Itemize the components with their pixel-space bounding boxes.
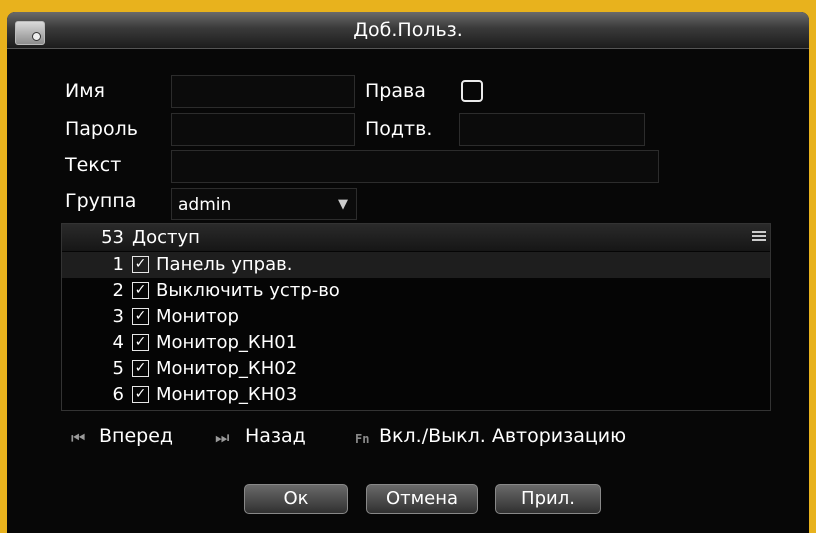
row-number: 5	[112, 358, 124, 379]
group-label: Группа	[65, 190, 137, 212]
row-number: 2	[112, 280, 124, 301]
ok-button[interactable]: Ок	[244, 484, 348, 514]
row-checkbox[interactable]: ✓	[132, 308, 149, 325]
password-input[interactable]	[171, 113, 355, 146]
list-header: 53 Доступ	[62, 224, 770, 251]
row-label: Выключить устр-во	[156, 280, 340, 301]
row-checkbox[interactable]: ✓	[132, 256, 149, 273]
title-bar: Доб.Польз.	[7, 12, 809, 49]
skip-forward-icon[interactable]: ⏭	[215, 428, 229, 448]
list-item[interactable]: 1 ✓ Панель управ.	[62, 252, 770, 278]
row-checkbox[interactable]: ✓	[132, 386, 149, 403]
text-label: Текст	[65, 154, 122, 176]
list-item[interactable]: 4 ✓ Монитор_КН01	[62, 330, 770, 356]
window-title: Доб.Польз.	[353, 19, 463, 41]
cancel-button[interactable]: Отмена	[366, 484, 478, 514]
confirm-label: Подтв.	[365, 118, 433, 140]
name-input[interactable]	[171, 75, 355, 108]
row-label: Монитор_КН02	[156, 358, 298, 379]
list-item[interactable]: 6 ✓ Монитор_КН03	[62, 382, 770, 408]
row-checkbox[interactable]: ✓	[132, 360, 149, 377]
rights-label: Права	[365, 80, 426, 102]
row-number: 3	[112, 306, 124, 327]
add-user-dialog: Доб.Польз. Имя Права Пароль Подтв. Текст…	[7, 12, 809, 533]
apply-button[interactable]: Прил.	[495, 484, 601, 514]
auth-toggle-label: Вкл./Выкл. Авторизацию	[379, 425, 627, 447]
group-select-value: admin	[178, 195, 232, 215]
row-label: Панель управ.	[156, 254, 293, 275]
forward-label: Вперед	[99, 425, 174, 447]
description-input[interactable]	[171, 150, 659, 183]
skip-back-icon[interactable]: ⏮	[71, 428, 85, 448]
row-label: Монитор	[156, 306, 239, 327]
list-header-label: Доступ	[132, 227, 200, 248]
confirm-password-input[interactable]	[459, 113, 645, 146]
list-count: 53	[101, 227, 124, 248]
access-list: 53 Доступ 1 ✓ Панель управ. 2 ✓ Выключит…	[61, 223, 771, 411]
list-item[interactable]: 2 ✓ Выключить устр-во	[62, 278, 770, 304]
row-number: 4	[112, 332, 124, 353]
row-checkbox[interactable]: ✓	[132, 282, 149, 299]
row-checkbox[interactable]: ✓	[132, 334, 149, 351]
row-number: 1	[112, 254, 124, 275]
rights-checkbox[interactable]	[461, 80, 483, 102]
row-label: Монитор_КН03	[156, 384, 298, 405]
chevron-down-icon: ▼	[338, 197, 348, 212]
list-item[interactable]: 5 ✓ Монитор_КН02	[62, 356, 770, 382]
name-label: Имя	[65, 80, 105, 102]
back-label: Назад	[245, 425, 306, 447]
password-label: Пароль	[65, 118, 138, 140]
menu-icon[interactable]	[752, 229, 766, 243]
group-select[interactable]: admin ▼	[171, 188, 357, 220]
row-label: Монитор_КН01	[156, 332, 298, 353]
row-number: 6	[112, 384, 124, 405]
list-item[interactable]: 3 ✓ Монитор	[62, 304, 770, 330]
fn-key-icon: Fn	[355, 432, 370, 446]
